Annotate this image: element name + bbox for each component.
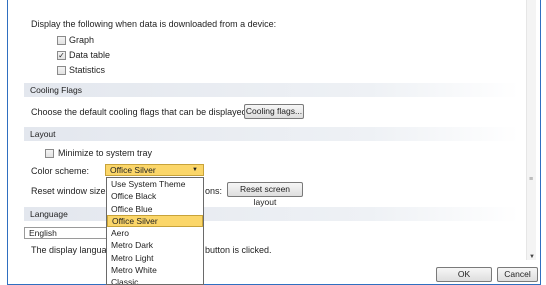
- check-icon: ✓: [58, 51, 65, 60]
- color-scheme-select[interactable]: Office Silver ▼: [105, 164, 204, 176]
- language-header: Language: [24, 207, 519, 221]
- reset-window-label: Reset window size: [31, 186, 106, 196]
- option-office-silver[interactable]: Office Silver: [107, 214, 203, 228]
- download-description: Display the following when data is downl…: [31, 19, 277, 29]
- graph-checkbox[interactable]: [57, 36, 66, 45]
- cooling-flags-header: Cooling Flags: [24, 83, 519, 97]
- statistics-checkbox[interactable]: [57, 66, 66, 75]
- statistics-label: Statistics: [69, 65, 106, 75]
- reset-screen-layout-button[interactable]: Reset screen layout: [227, 182, 303, 207]
- option-office-blue[interactable]: Office Blue: [107, 203, 203, 215]
- minimize-label: Minimize to system tray: [58, 148, 153, 158]
- color-scheme-dropdown: Use System Theme Office Black Office Blu…: [106, 177, 204, 285]
- scroll-down-icon[interactable]: ▼: [529, 254, 535, 260]
- language-note-tail: button is clicked.: [205, 245, 272, 255]
- chevron-down-icon: ▼: [192, 167, 198, 173]
- option-classic[interactable]: Classic: [107, 276, 203, 284]
- cancel-button[interactable]: Cancel: [497, 267, 538, 282]
- color-scheme-value: Office Silver: [110, 165, 156, 175]
- reset-window-label-tail: ons:: [205, 186, 223, 196]
- ok-button[interactable]: OK: [436, 267, 492, 282]
- data-table-checkbox[interactable]: ✓: [57, 51, 66, 60]
- option-metro-light[interactable]: Metro Light: [107, 252, 203, 264]
- language-value: English: [29, 228, 57, 238]
- option-office-black[interactable]: Office Black: [107, 190, 203, 202]
- scroll-grip-icon: ≡: [529, 176, 534, 183]
- language-note: The display langua: [31, 245, 107, 255]
- layout-header: Layout: [24, 127, 519, 141]
- option-aero[interactable]: Aero: [107, 227, 203, 239]
- cooling-description: Choose the default cooling flags that ca…: [31, 107, 250, 117]
- vertical-scrollbar[interactable]: [526, 0, 536, 260]
- graph-label: Graph: [69, 35, 95, 45]
- option-use-system-theme[interactable]: Use System Theme: [107, 178, 203, 190]
- data-table-label: Data table: [69, 50, 111, 60]
- option-metro-white[interactable]: Metro White: [107, 264, 203, 276]
- color-scheme-label: Color scheme:: [31, 166, 90, 176]
- cooling-flags-button[interactable]: Cooling flags...: [244, 104, 304, 119]
- minimize-checkbox[interactable]: [45, 149, 54, 158]
- language-select[interactable]: English: [24, 227, 109, 239]
- option-metro-dark[interactable]: Metro Dark: [107, 239, 203, 251]
